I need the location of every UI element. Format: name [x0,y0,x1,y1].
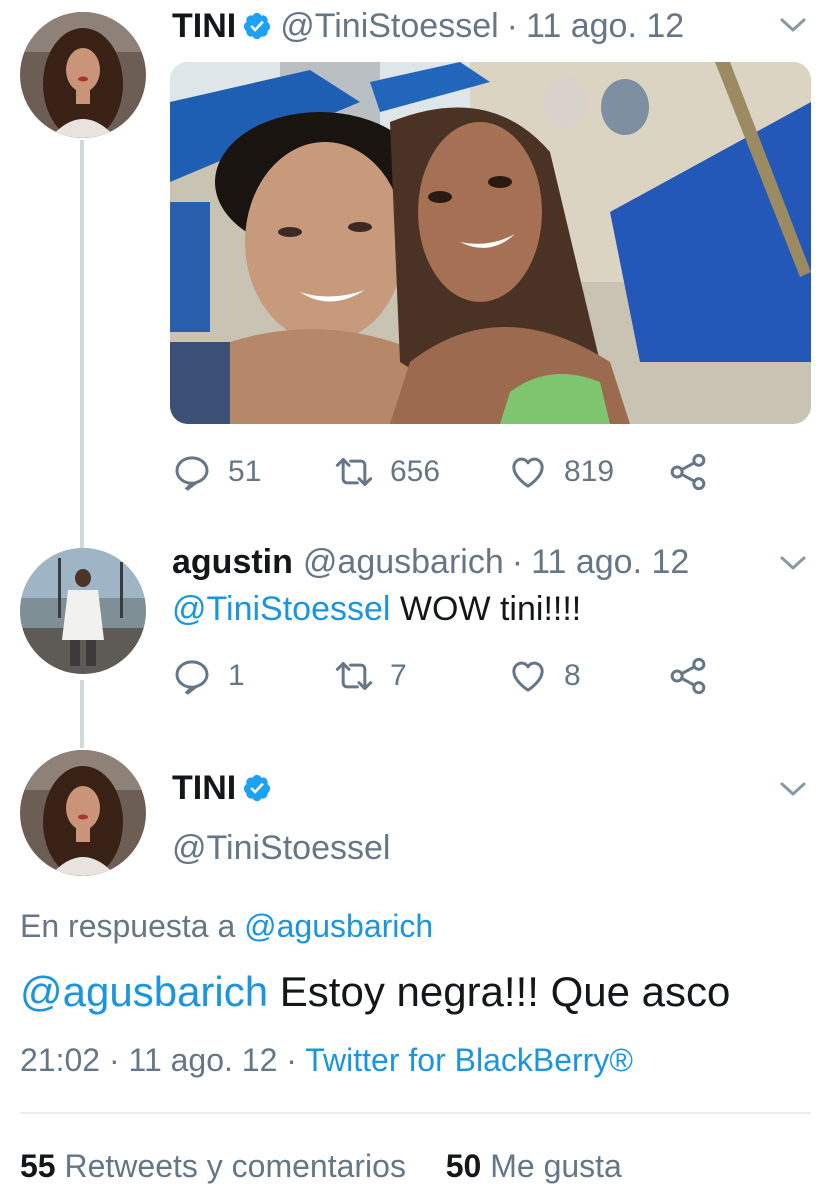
tweet2-actions: 1 7 8 [172,654,732,698]
like-count: 819 [564,455,615,488]
tweet3-text: @agusbarich Estoy negra!!! Que asco [20,968,730,1016]
share-button[interactable] [668,654,724,698]
retweets-stat[interactable]: 55 Retweets y comentarios [20,1148,415,1184]
thread-line-2 [80,680,84,748]
heart-icon [512,457,544,488]
separator-dot: · [286,1042,297,1078]
chevron-down-icon[interactable] [778,778,808,800]
share-button[interactable] [668,450,724,494]
display-name[interactable]: agustin [172,543,293,582]
tweet-date[interactable]: 11 ago. 12 [531,543,689,582]
tweet-date[interactable]: 11 ago. 12 [129,1042,278,1078]
tweet3-handle-row: @TiniStoessel [172,826,390,870]
share-icon [670,657,706,695]
reply-button[interactable]: 1 [172,654,245,698]
tweet-date[interactable]: 11 ago. 12 [526,7,684,46]
source-link[interactable]: Twitter for BlackBerry® [305,1042,633,1078]
retweet-icon [335,662,373,690]
heart-icon [512,661,544,692]
tweet1-header: TINI @TiniStoessel · 11 ago. 12 [172,4,684,48]
reply-count: 1 [228,659,245,692]
chevron-down-icon[interactable] [778,14,808,36]
display-name[interactable]: TINI [172,7,236,46]
avatar-tini[interactable] [20,750,146,876]
reply-button[interactable]: 51 [172,450,261,494]
thread-line-1 [80,140,84,550]
reply-count: 51 [228,455,262,488]
tweet3-header: TINI [172,766,280,810]
mention-link[interactable]: @agusbarich [20,968,268,1015]
retweet-button[interactable]: 656 [334,450,440,494]
handle[interactable]: @TiniStoessel [172,829,390,868]
avatar-image [20,12,146,138]
tweet3-meta: 21:02 · 11 ago. 12 · Twitter for BlackBe… [20,1042,633,1079]
avatar-agustin[interactable] [20,548,146,674]
display-name[interactable]: TINI [172,769,236,808]
likes-label: Me gusta [490,1148,622,1184]
reply-context: En respuesta a @agusbarich [20,908,433,945]
like-count: 8 [564,659,581,692]
retweet-count: 656 [390,455,441,488]
tweet2-text: @TiniStoessel WOW tini!!!! [172,590,581,629]
tweet-time[interactable]: 21:02 [20,1042,100,1078]
likes-stat[interactable]: 50 Me gusta [446,1148,622,1184]
mention-link[interactable]: @TiniStoessel [172,590,390,628]
retweets-label: Retweets y comentarios [64,1148,406,1184]
divider [20,1112,811,1114]
verified-badge-icon [244,774,271,802]
separator-dot: · [511,542,524,581]
retweet-count: 7 [390,659,407,692]
tweet1-photo[interactable] [170,62,811,424]
reply-to-link[interactable]: @agusbarich [244,908,433,944]
reply-prefix: En respuesta a [20,908,236,944]
share-icon [670,453,706,491]
verified-badge-icon [244,12,271,40]
like-button[interactable]: 8 [508,654,581,698]
reply-icon [175,456,209,491]
avatar-image [20,548,146,674]
tweet2-header: agustin @agusbarich · 11 ago. 12 [172,540,689,584]
retweets-count: 55 [20,1148,56,1184]
separator-dot: · [108,1042,120,1078]
retweet-button[interactable]: 7 [334,654,407,698]
avatar-image [20,750,146,876]
chevron-down-icon[interactable] [778,552,808,574]
tweet-body: WOW tini!!!! [399,590,582,628]
tweet1-actions: 51 656 819 [172,450,732,494]
beach-selfie-image [170,62,811,424]
reply-icon [175,660,209,695]
tweet-body: Estoy negra!!! Que asco [279,968,731,1015]
handle[interactable]: @TiniStoessel [280,7,498,46]
likes-count: 50 [445,1148,482,1184]
retweet-icon [335,458,373,486]
separator-dot: · [506,6,518,45]
tweet3-stats: 55 Retweets y comentarios 50 Me gusta [20,1148,622,1185]
like-button[interactable]: 819 [508,450,614,494]
handle[interactable]: @agusbarich [303,543,504,582]
avatar-tini[interactable] [20,12,146,138]
